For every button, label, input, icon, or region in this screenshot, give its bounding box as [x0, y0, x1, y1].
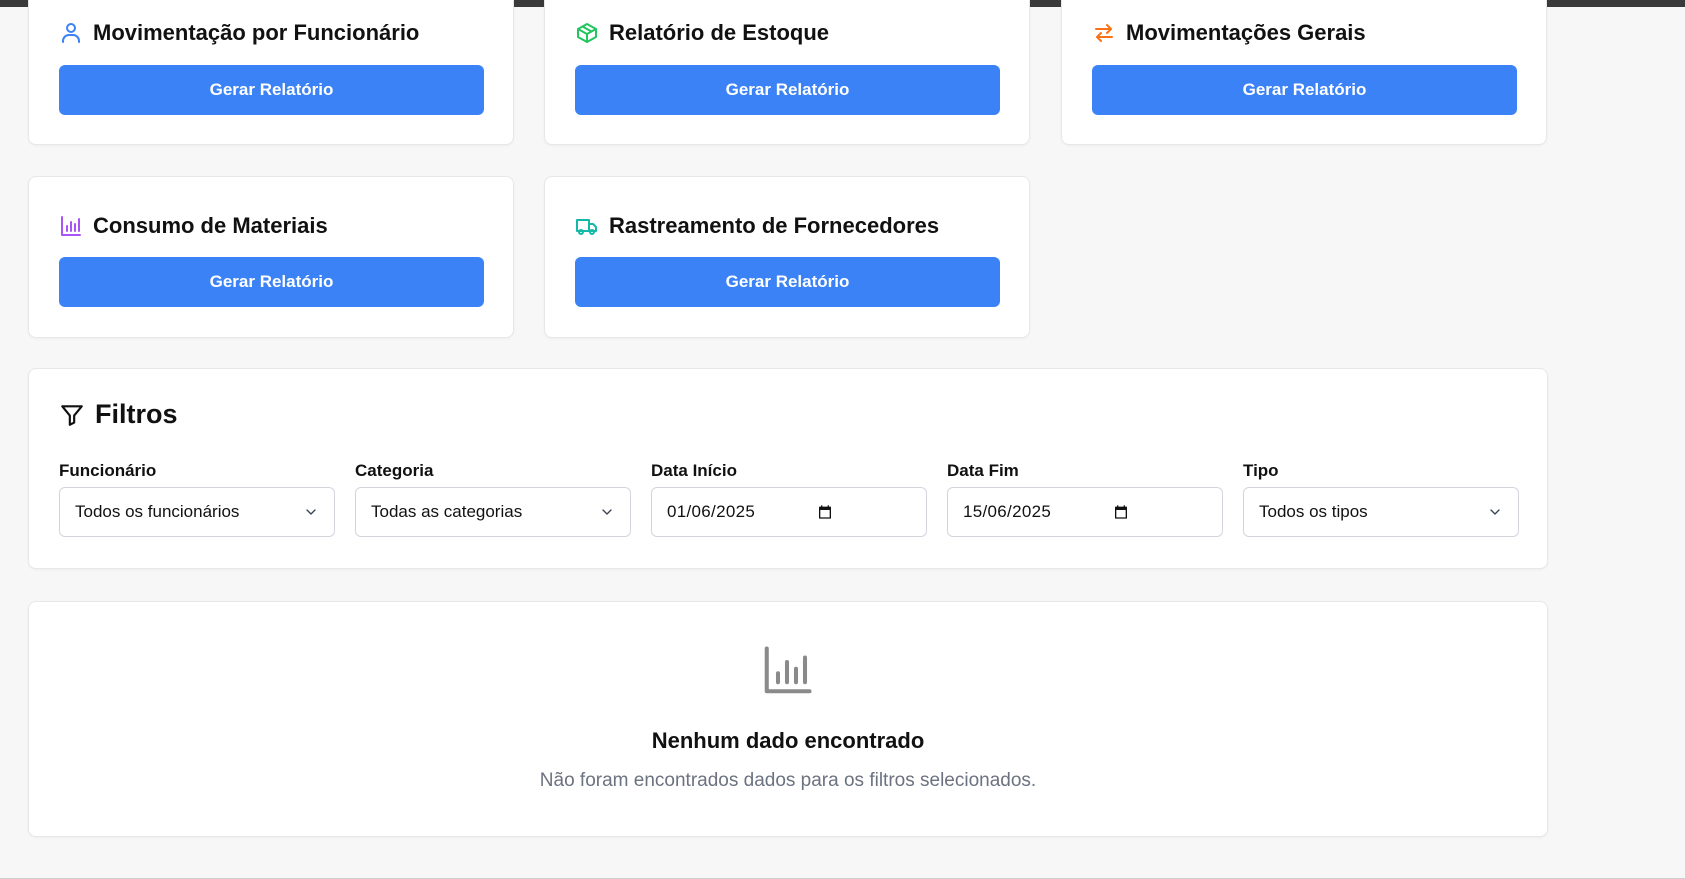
calendar-icon[interactable] [817, 504, 833, 520]
package-icon [577, 23, 597, 43]
employee-filter: Funcionário Todos os funcionários [59, 461, 335, 537]
category-select[interactable]: Todas as categorias [355, 487, 631, 537]
filter-icon [61, 404, 83, 426]
filters-header: Filtros [59, 399, 178, 430]
report-card-employee-movement: Movimentação por Funcionário Gerar Relat… [28, 0, 514, 145]
chevron-down-icon [1490, 509, 1500, 515]
report-card-supplier-tracking: Rastreamento de Fornecedores Gerar Relat… [544, 176, 1030, 338]
report-title: Relatório de Estoque [609, 20, 830, 45]
filters-title: Filtros [95, 399, 178, 429]
filters-card: Filtros Funcionário Todos os funcionário… [28, 368, 1548, 569]
chevron-down-icon [306, 509, 316, 515]
bar-chart-icon [61, 216, 81, 236]
generate-report-button[interactable]: Gerar Relatório [575, 257, 1000, 307]
report-title-row: Relatório de Estoque [575, 20, 829, 46]
category-filter: Categoria Todas as categorias [355, 461, 631, 537]
report-title: Consumo de Materiais [93, 213, 328, 238]
report-card-stock: Relatório de Estoque Gerar Relatório [544, 0, 1030, 145]
report-title-row: Movimentação por Funcionário [59, 20, 419, 46]
start-date-input[interactable]: 01/06/2025 [651, 487, 927, 537]
type-filter: Tipo Todos os tipos [1243, 461, 1519, 537]
generate-report-button[interactable]: Gerar Relatório [59, 257, 484, 307]
employee-select[interactable]: Todos os funcionários [59, 487, 335, 537]
type-filter-label: Tipo [1243, 461, 1279, 480]
end-date-filter: Data Fim 15/06/2025 [947, 461, 1223, 537]
end-date-input[interactable]: 15/06/2025 [947, 487, 1223, 537]
start-date-filter: Data Início 01/06/2025 [651, 461, 927, 537]
report-title-row: Movimentações Gerais [1092, 20, 1366, 46]
employee-select-value: Todos os funcionários [75, 502, 240, 521]
empty-state-description: Não foram encontrados dados para os filt… [539, 770, 1037, 791]
generate-report-button[interactable]: Gerar Relatório [59, 65, 484, 115]
bar-chart-icon [764, 646, 812, 694]
start-date-value: 01/06/2025 [667, 502, 756, 521]
employee-filter-label: Funcionário [59, 461, 157, 480]
report-card-general-movements: Movimentações Gerais Gerar Relatório [1061, 0, 1547, 145]
results-empty-state: Nenhum dado encontrado Não foram encontr… [28, 601, 1548, 837]
empty-state-title: Nenhum dado encontrado [651, 728, 925, 753]
report-title-row: Consumo de Materiais [59, 213, 328, 239]
chevron-down-icon [602, 509, 612, 515]
report-title: Rastreamento de Fornecedores [609, 213, 940, 238]
category-select-value: Todas as categorias [371, 502, 523, 521]
user-icon [62, 23, 80, 43]
report-card-material-consumption: Consumo de Materiais Gerar Relatório [28, 176, 514, 338]
end-date-value: 15/06/2025 [963, 502, 1052, 521]
category-filter-label: Categoria [355, 461, 434, 480]
generate-report-button[interactable]: Gerar Relatório [575, 65, 1000, 115]
start-date-label: Data Início [651, 461, 737, 480]
calendar-icon[interactable] [1113, 504, 1129, 520]
report-title-row: Rastreamento de Fornecedores [575, 213, 939, 239]
report-title: Movimentações Gerais [1126, 20, 1366, 45]
type-select-value: Todos os tipos [1259, 502, 1368, 521]
end-date-label: Data Fim [947, 461, 1019, 480]
report-title: Movimentação por Funcionário [93, 20, 420, 45]
truck-icon [576, 219, 597, 235]
type-select[interactable]: Todos os tipos [1243, 487, 1519, 537]
arrows-exchange-icon [1095, 24, 1113, 42]
generate-report-button[interactable]: Gerar Relatório [1092, 65, 1517, 115]
